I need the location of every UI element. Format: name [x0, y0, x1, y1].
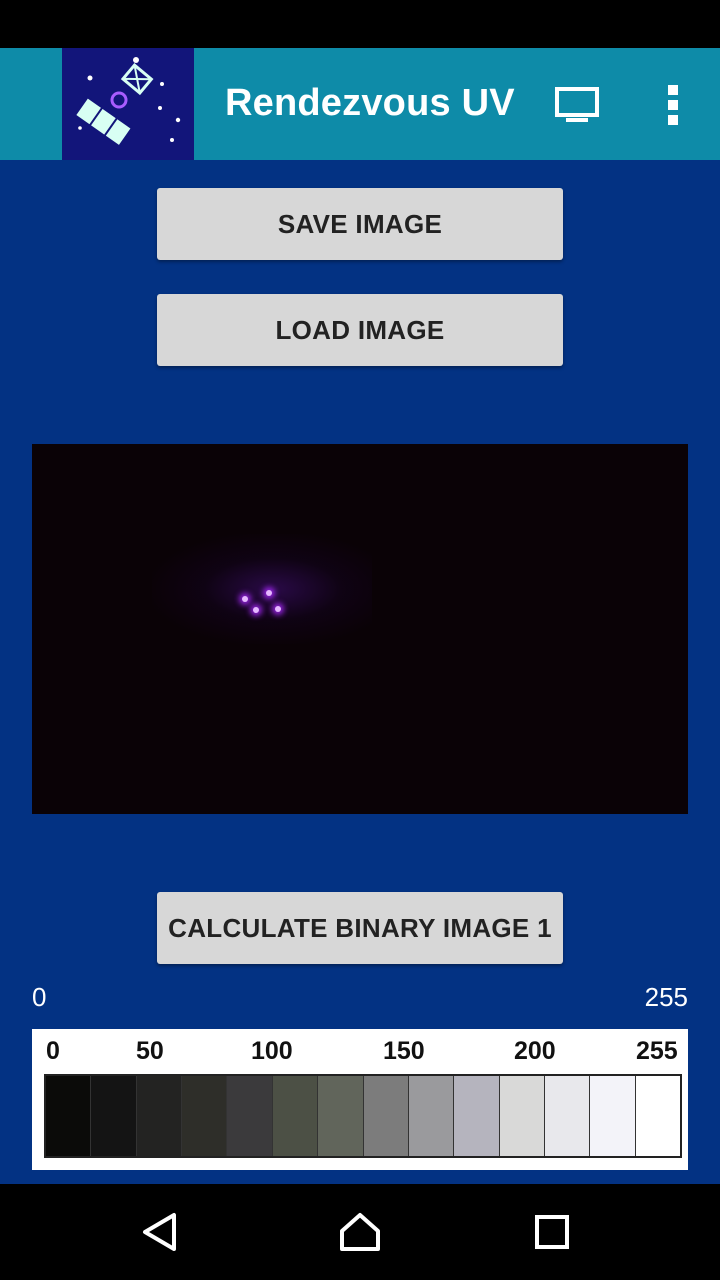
led-spot — [275, 606, 281, 612]
led-spot — [266, 590, 272, 596]
gray-swatch — [499, 1076, 545, 1156]
grayscale-scale: 0 50 100 150 200 255 — [32, 1029, 688, 1170]
app-bar: Rendezvous UV — [0, 48, 720, 160]
gray-swatch — [635, 1076, 681, 1156]
gray-swatch — [408, 1076, 455, 1156]
scale-label: 50 — [136, 1037, 164, 1065]
home-icon[interactable] — [330, 1202, 390, 1262]
led-spot — [253, 607, 259, 613]
scale-label: 0 — [46, 1037, 60, 1065]
scale-label: 150 — [383, 1037, 425, 1065]
main-content: SAVE IMAGE LOAD IMAGE CALCULATE BINARY I… — [0, 160, 720, 1184]
scale-label: 100 — [251, 1037, 293, 1065]
more-vert-icon[interactable] — [650, 76, 696, 134]
led-glow — [152, 534, 372, 644]
gray-swatch — [46, 1076, 92, 1156]
captured-image-view — [32, 444, 688, 814]
grayscale-swatches — [44, 1074, 682, 1158]
gray-swatch — [590, 1076, 636, 1156]
gray-swatch — [182, 1076, 228, 1156]
recents-square-icon[interactable] — [522, 1202, 582, 1262]
calculate-binary-image-button[interactable]: CALCULATE BINARY IMAGE 1 — [157, 892, 563, 964]
scale-label: 200 — [514, 1037, 556, 1065]
navigation-bar — [0, 1184, 720, 1280]
led-spot — [242, 596, 248, 602]
gray-swatch — [363, 1076, 409, 1156]
satellite-logo-icon[interactable] — [62, 48, 194, 160]
gray-swatch — [544, 1076, 591, 1156]
gray-swatch — [91, 1076, 137, 1156]
gray-swatch — [227, 1076, 273, 1156]
threshold-min-label: 0 — [32, 982, 47, 1012]
back-triangle-icon[interactable] — [130, 1202, 190, 1262]
gray-swatch — [272, 1076, 319, 1156]
threshold-max-label: 255 — [644, 982, 688, 1012]
app-title: Rendezvous UV — [225, 82, 515, 124]
gray-swatch — [454, 1076, 500, 1156]
monitor-icon[interactable] — [548, 76, 606, 134]
gray-swatch — [136, 1076, 183, 1156]
status-bar — [0, 0, 720, 48]
gray-swatch — [318, 1076, 364, 1156]
load-image-button[interactable]: LOAD IMAGE — [157, 294, 563, 366]
save-image-button[interactable]: SAVE IMAGE — [157, 188, 563, 260]
scale-label: 255 — [636, 1037, 678, 1065]
